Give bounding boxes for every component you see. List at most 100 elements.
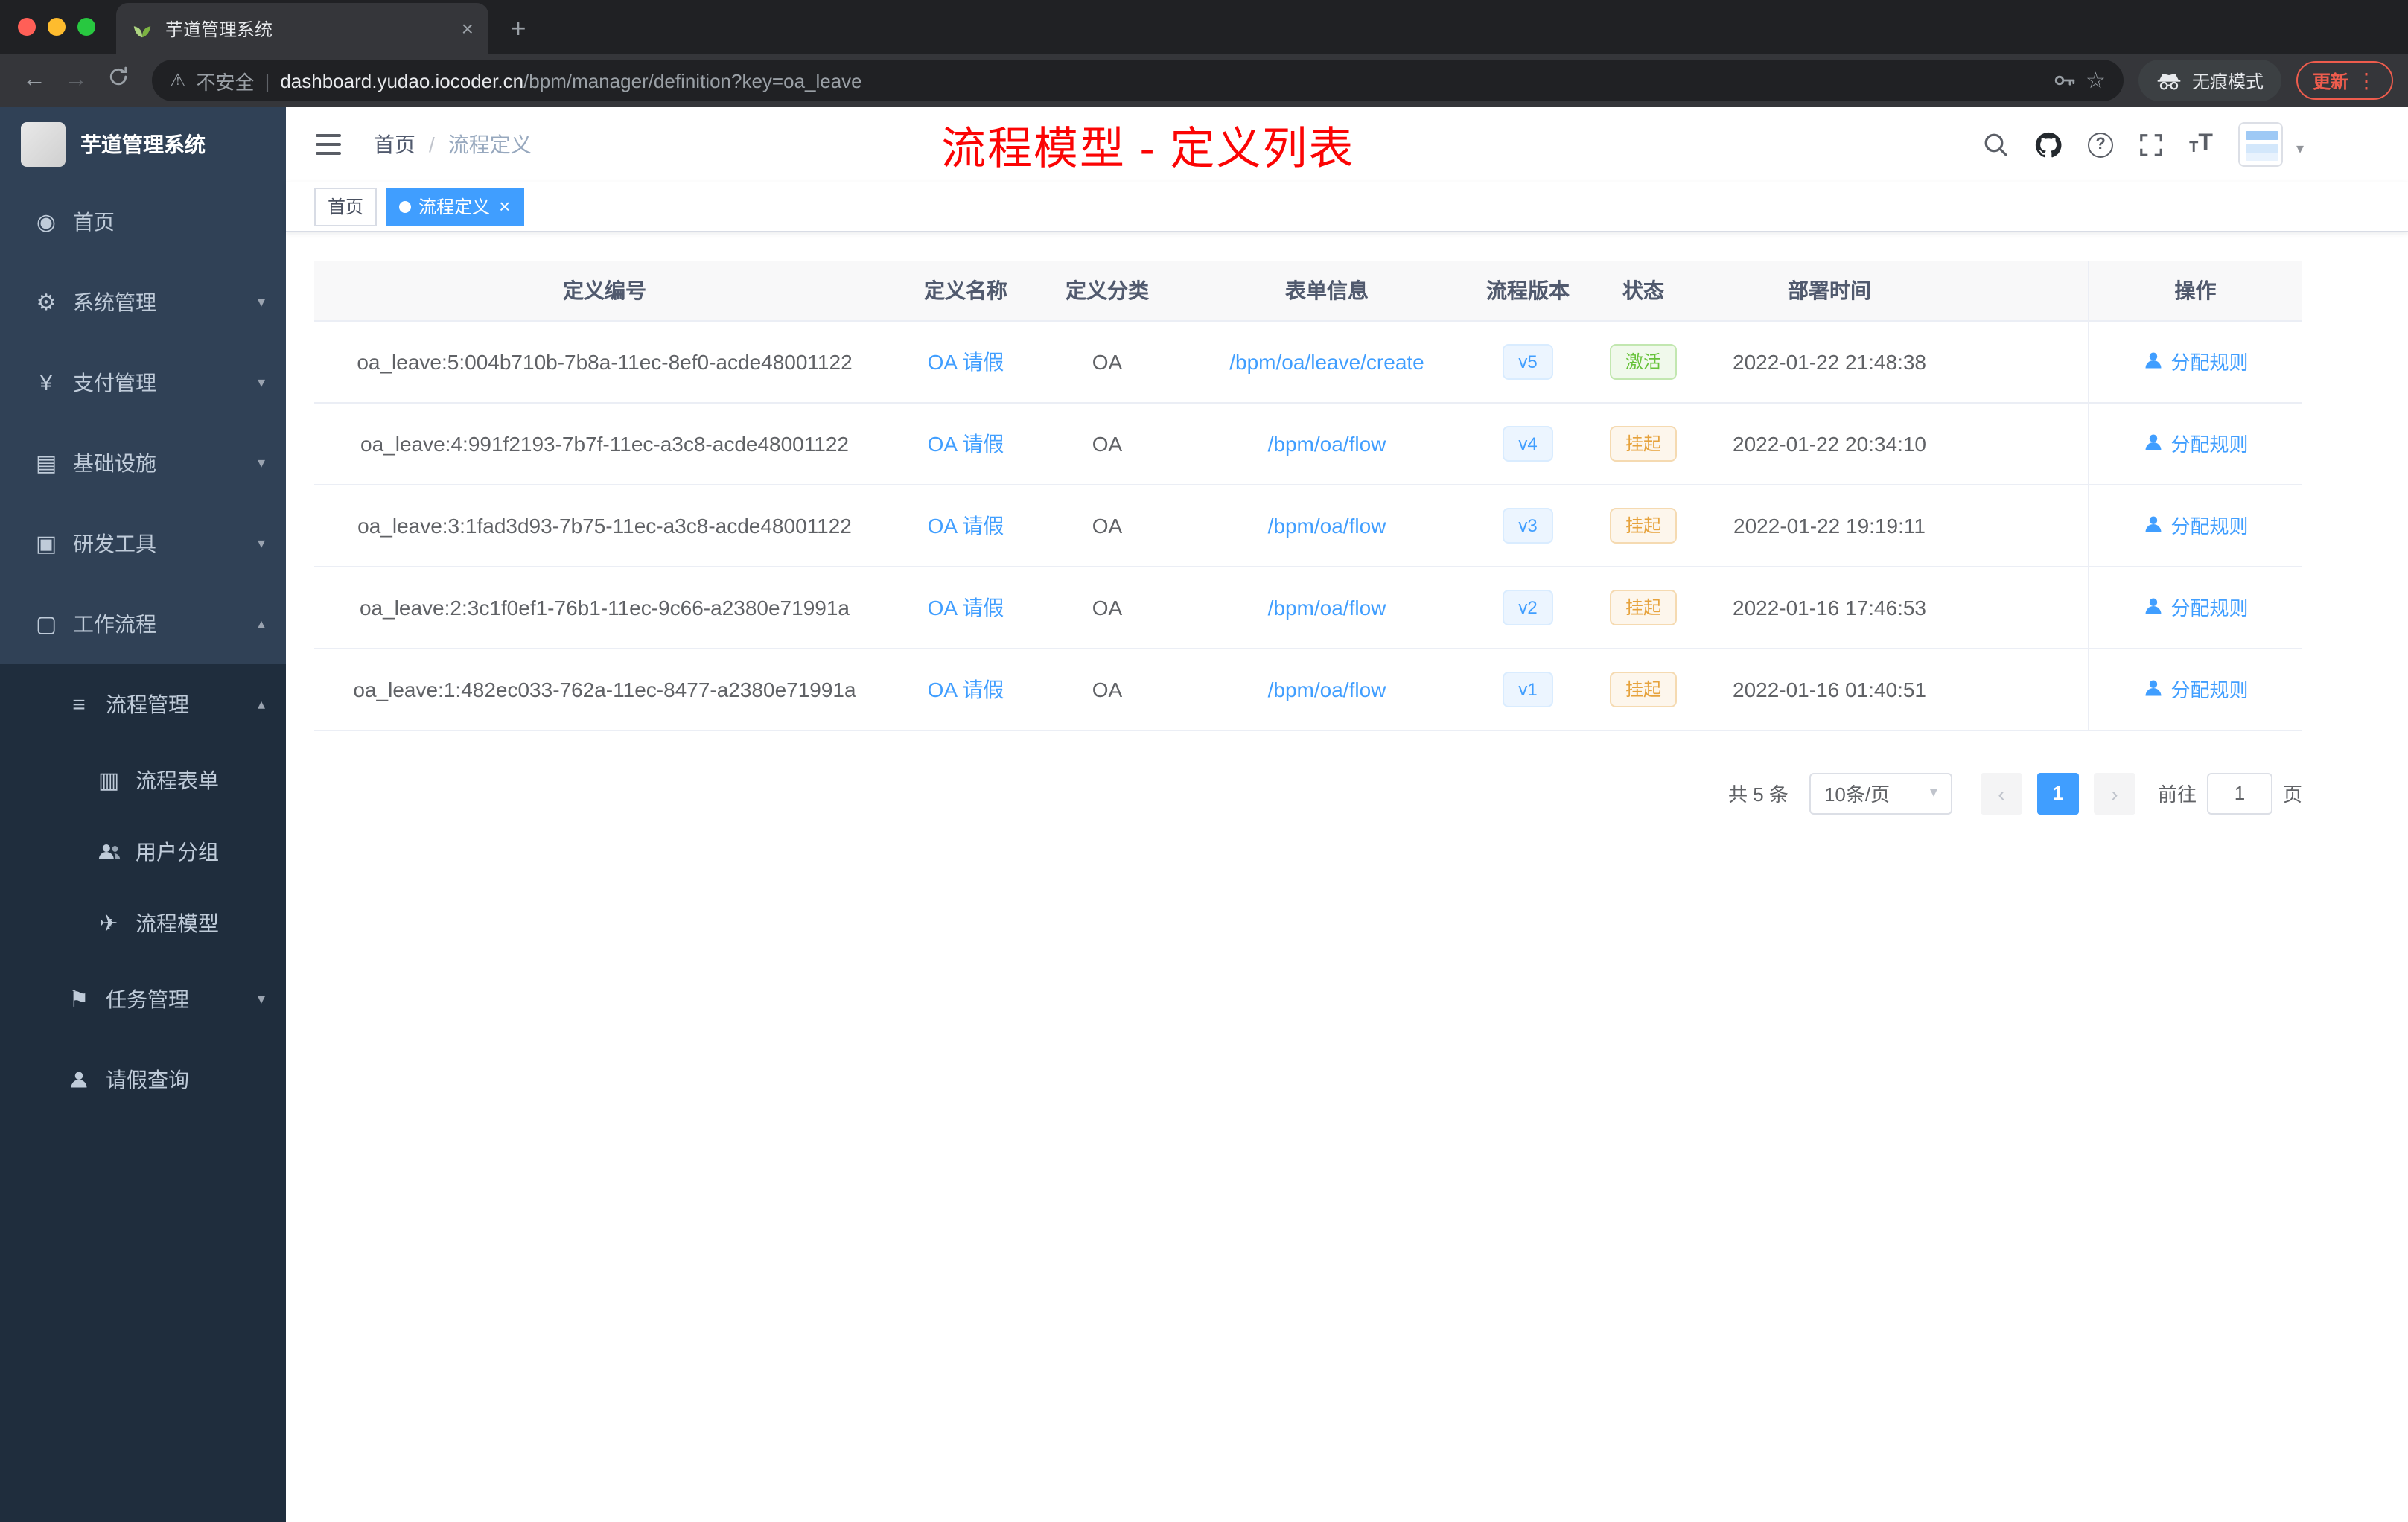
next-page-button[interactable]: ›	[2093, 772, 2135, 814]
sidebar-item-label: 支付管理	[73, 371, 156, 395]
minimize-window-button[interactable]	[48, 18, 66, 36]
definition-name-link[interactable]: OA 请假	[928, 595, 1004, 619]
reload-icon[interactable]	[98, 66, 137, 95]
omnibox-separator: |	[264, 69, 270, 92]
sidebar-item-label: 基础设施	[73, 451, 156, 475]
sidebar-item-label: 流程模型	[136, 911, 219, 935]
yen-icon: ¥	[39, 370, 53, 395]
table-row: oa_leave:1:482ec033-762a-11ec-8477-a2380…	[314, 648, 2302, 730]
assign-rule-link[interactable]: 分配规则	[2142, 593, 2249, 621]
sidebar-item-workflow[interactable]: ▢ 工作流程 ▴	[0, 584, 286, 664]
tag-close-icon[interactable]: ×	[499, 197, 510, 216]
column-header: 定义编号	[314, 261, 895, 321]
form-info-link[interactable]: /bpm/oa/flow	[1268, 513, 1386, 537]
browser-tab-strip: 芋道管理系统 × +	[0, 0, 2408, 54]
flag-icon: ⚑	[69, 987, 89, 1013]
sidebar-item-infrastructure[interactable]: ▤ 基础设施 ▾	[0, 423, 286, 503]
tag-process-definition[interactable]: 流程定义 ×	[386, 187, 524, 226]
version-badge: v3	[1503, 507, 1553, 543]
column-header: 表单信息	[1178, 261, 1476, 321]
bookmark-star-icon[interactable]: ☆	[2086, 67, 2106, 94]
incognito-label: 无痕模式	[2191, 71, 2264, 92]
breadcrumb-current: 流程定义	[447, 133, 532, 156]
definition-id: oa_leave:2:3c1f0ef1-76b1-11ec-9c66-a2380…	[314, 566, 895, 649]
url-text[interactable]: dashboard.yudao.iocoder.cn/bpm/manager/d…	[280, 69, 2041, 92]
definition-name-link[interactable]: OA 请假	[928, 431, 1004, 455]
page-number-1[interactable]: 1	[2036, 772, 2079, 814]
search-icon[interactable]	[1982, 131, 2009, 158]
table-spacer	[1952, 648, 2088, 730]
sidebar-item-process-management[interactable]: ≡ 流程管理 ▴	[0, 664, 286, 745]
sidebar-item-leave-query[interactable]: 请假查询	[0, 1039, 286, 1120]
password-key-icon[interactable]	[2051, 69, 2075, 92]
assign-rule-link[interactable]: 分配规则	[2142, 675, 2249, 703]
chevron-down-icon: ▾	[257, 991, 265, 1007]
font-size-icon[interactable]: TT	[2189, 132, 2213, 156]
sidebar-item-payment-management[interactable]: ¥ 支付管理 ▾	[0, 343, 286, 423]
assign-rule-link[interactable]: 分配规则	[2142, 347, 2249, 375]
security-label[interactable]: 不安全	[197, 66, 255, 95]
gear-icon: ⚙	[36, 290, 57, 316]
definition-category: OA	[1036, 402, 1178, 485]
active-tag-dot	[399, 200, 412, 212]
sidebar: 芋道管理系统 ◉ 首页 ⚙ 系统管理 ▾ ¥ 支付管理 ▾ ▤ 基础设施 ▾ ▣ 研发工具 ▾ ▢ 工作流程 ▴…	[0, 107, 286, 1522]
definition-id: oa_leave:1:482ec033-762a-11ec-8477-a2380…	[314, 648, 895, 730]
column-header: 状态	[1580, 261, 1707, 321]
form-info-link[interactable]: /bpm/oa/flow	[1268, 595, 1386, 619]
forward-icon[interactable]: →	[57, 67, 95, 94]
table-spacer	[1952, 402, 2088, 485]
goto-label: 前往	[2157, 783, 2197, 806]
form-info-link[interactable]: /bpm/oa/flow	[1268, 431, 1386, 455]
avatar-caret-down-icon[interactable]: ▾	[2296, 141, 2304, 158]
sidebar-item-system-management[interactable]: ⚙ 系统管理 ▾	[0, 262, 286, 343]
breadcrumb-home[interactable]: 首页	[374, 130, 415, 159]
browser-tab[interactable]: 芋道管理系统 ×	[116, 3, 488, 54]
form-info-link[interactable]: /bpm/oa/flow	[1268, 677, 1386, 701]
definition-name-link[interactable]: OA 请假	[928, 349, 1004, 373]
new-tab-button[interactable]: +	[497, 7, 539, 49]
sidebar-item-process-model[interactable]: ✈ 流程模型	[0, 888, 286, 959]
sidebar-item-task-management[interactable]: ⚑ 任务管理 ▾	[0, 959, 286, 1039]
chevron-down-icon: ▾	[257, 294, 265, 311]
prev-page-button[interactable]: ‹	[1980, 772, 2022, 814]
sidebar-item-home[interactable]: ◉ 首页	[0, 182, 286, 262]
definition-name-link[interactable]: OA 请假	[928, 677, 1004, 701]
github-icon[interactable]	[2034, 130, 2063, 159]
sidebar-item-process-form[interactable]: ▥ 流程表单	[0, 745, 286, 816]
incognito-badge: 无痕模式	[2138, 60, 2281, 101]
close-window-button[interactable]	[18, 18, 36, 36]
goto-page-input[interactable]	[2206, 772, 2272, 814]
briefcase-icon: ▢	[35, 612, 57, 637]
help-icon[interactable]: ?	[2088, 132, 2114, 157]
sidebar-item-dev-tools[interactable]: ▣ 研发工具 ▾	[0, 503, 286, 584]
users-icon	[92, 841, 125, 862]
tag-home[interactable]: 首页	[314, 187, 378, 226]
page-size-select[interactable]: 10条/页 ▾	[1809, 772, 1952, 814]
address-bar[interactable]: ⚠ 不安全 | dashboard.yudao.iocoder.cn/bpm/m…	[152, 60, 2124, 101]
sidebar-logo[interactable]: 芋道管理系统	[0, 107, 286, 182]
user-avatar[interactable]	[2237, 122, 2283, 167]
table-header-row: 定义编号 定义名称 定义分类 表单信息 流程版本 状态 部署时间 操作	[314, 261, 2302, 321]
assign-rule-link[interactable]: 分配规则	[2142, 429, 2249, 457]
maximize-window-button[interactable]	[77, 18, 95, 36]
column-header: 流程版本	[1476, 261, 1580, 321]
tab-close-icon[interactable]: ×	[462, 18, 474, 39]
fullscreen-icon[interactable]	[2138, 132, 2164, 157]
table-spacer	[1952, 320, 2088, 403]
definition-name-link[interactable]: OA 请假	[928, 513, 1004, 537]
sidebar-item-label: 请假查询	[106, 1068, 189, 1092]
chrome-update-button[interactable]: 更新 ⋮	[2296, 61, 2393, 100]
definition-id: oa_leave:5:004b710b-7b8a-11ec-8ef0-acde4…	[314, 320, 895, 403]
version-badge: v2	[1503, 589, 1553, 625]
assign-rule-link[interactable]: 分配规则	[2142, 511, 2249, 539]
sidebar-item-label: 流程管理	[106, 692, 189, 716]
table-row: oa_leave:3:1fad3d93-7b75-11ec-a3c8-acde4…	[314, 484, 2302, 567]
breadcrumb: 首页 / 流程定义	[374, 130, 532, 159]
monitor-icon: ▤	[35, 451, 57, 477]
back-icon[interactable]: ←	[15, 67, 54, 94]
browser-menu-dots-icon[interactable]: ⋮	[2356, 68, 2377, 93]
form-info-link[interactable]: /bpm/oa/leave/create	[1229, 349, 1424, 373]
collapse-sidebar-icon[interactable]	[316, 134, 341, 155]
sidebar-item-user-group[interactable]: 用户分组	[0, 816, 286, 888]
browser-window: 芋道管理系统 × + ← → ⚠ 不安全 | dashboard.yudao.i…	[0, 0, 2408, 1522]
